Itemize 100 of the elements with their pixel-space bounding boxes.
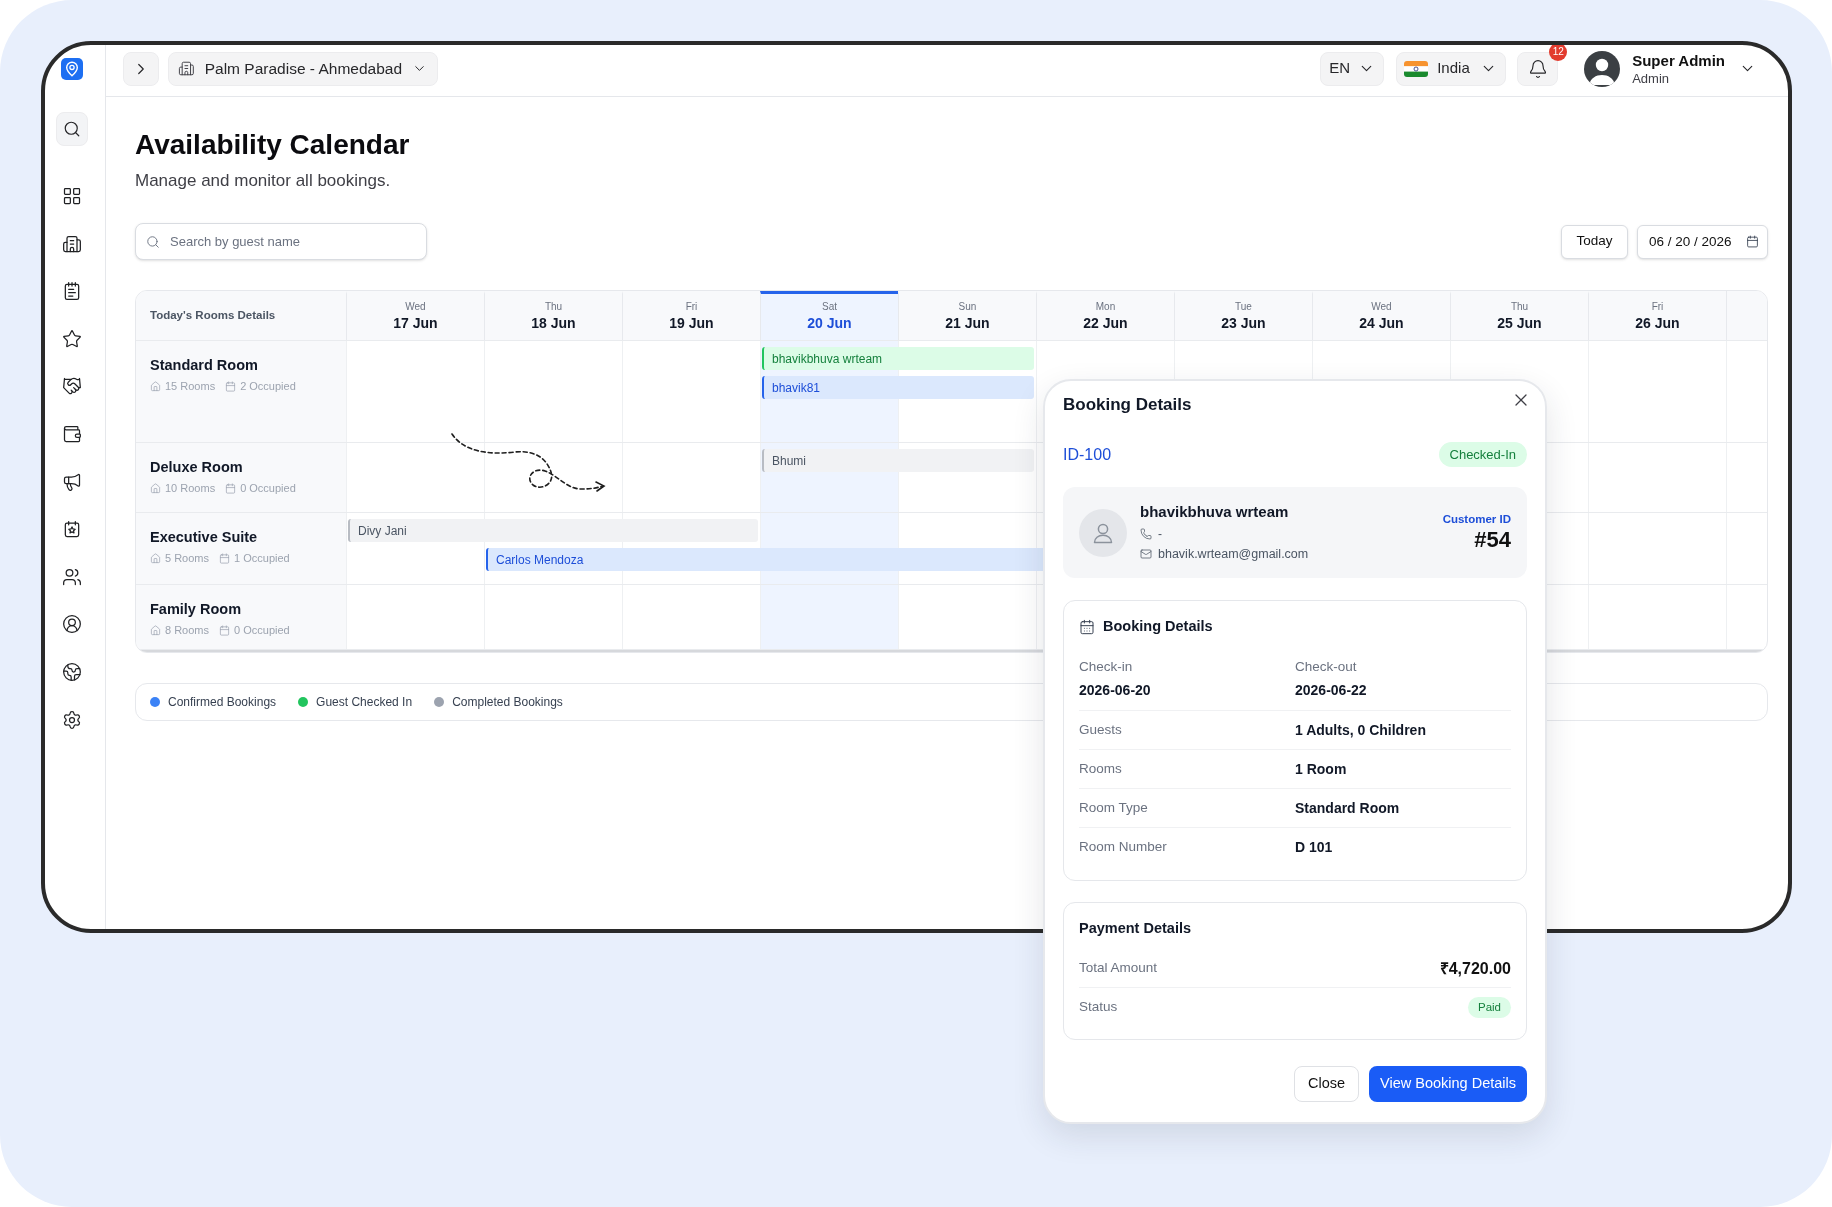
calendar-icon	[225, 380, 237, 392]
weekday-label: Sat	[822, 300, 837, 313]
date-label: 18 Jun	[531, 314, 576, 332]
field-label: Guests	[1079, 720, 1123, 739]
settings-icon[interactable]	[61, 709, 82, 730]
date-label: 19 Jun	[669, 314, 714, 332]
occupied-count: 1 Occupied	[234, 551, 290, 565]
room-count: 10 Rooms	[165, 481, 216, 495]
day-header[interactable]: Fri 26 Jun	[1588, 291, 1726, 340]
day-header[interactable]: Mon 22 Jun	[1036, 291, 1174, 340]
user-role: Admin	[1632, 69, 1670, 87]
property-selector[interactable]: Palm Paradise - Ahmedabad	[168, 51, 438, 86]
payment-status-badge: Paid	[1467, 996, 1511, 1018]
section-title: Payment Details	[1079, 919, 1193, 938]
occupied-count: 0 Occupied	[234, 623, 290, 637]
mail-icon	[1140, 548, 1152, 560]
day-header[interactable]: Thu 25 Jun	[1450, 291, 1588, 340]
room-count: 5 Rooms	[165, 551, 210, 565]
weekday-label: Thu	[544, 300, 563, 313]
grid-icon[interactable]	[61, 186, 82, 206]
logo-icon[interactable]	[60, 57, 83, 80]
day-header[interactable]: Sat 20 Jun	[760, 291, 898, 340]
occupied-count: 0 Occupied	[240, 481, 296, 495]
user-avatar-icon	[1584, 50, 1621, 87]
close-button[interactable]: Close	[1293, 1066, 1360, 1102]
megaphone-icon[interactable]	[61, 471, 82, 492]
field-label: Total Amount	[1079, 959, 1158, 978]
legend-label: Completed Bookings	[452, 694, 563, 711]
today-button[interactable]: Today	[1561, 224, 1628, 259]
room-type-name: Standard Room	[150, 356, 259, 375]
notification-count: 12	[1549, 45, 1568, 61]
weekday-label: Sun	[958, 300, 977, 313]
guest-name: bhavikbhuva wrteam	[1140, 503, 1290, 521]
day-header[interactable]: Wed 24 Jun	[1312, 291, 1450, 340]
weekday-label: Fri	[1651, 300, 1664, 313]
day-header[interactable]: Wed 17 Jun	[346, 291, 484, 340]
search-button[interactable]	[55, 112, 88, 146]
room-count: 8 Rooms	[165, 623, 210, 637]
day-header[interactable]: Sun 21 Jun	[898, 291, 1036, 340]
day-header[interactable]: Thu 18 Jun	[484, 291, 622, 340]
guest-phone: -	[1158, 526, 1162, 542]
field-value: D 101	[1295, 838, 1334, 857]
page-subtitle: Manage and monitor all bookings.	[135, 170, 392, 192]
weekday-label: Wed	[1371, 300, 1392, 313]
booking-bar[interactable]: bhavikbhuva wrteam	[762, 347, 1034, 370]
calendar-icon	[225, 482, 237, 494]
room-type-name: Executive Suite	[150, 528, 259, 547]
user-menu[interactable]: Super Admin Admin	[1584, 50, 1756, 87]
house-icon	[150, 624, 161, 636]
bell-icon	[1527, 58, 1548, 79]
search-icon	[62, 120, 81, 138]
customer-id-label: Customer ID	[1442, 512, 1511, 526]
field-label: Check-out	[1295, 658, 1358, 676]
date-label: 17 Jun	[393, 314, 438, 332]
search-field[interactable]: Search by guest name	[135, 223, 427, 260]
total-amount: ₹4,720.00	[1439, 958, 1511, 979]
field-label: Status	[1079, 997, 1118, 1016]
view-booking-button[interactable]: View Booking Details	[1369, 1066, 1527, 1102]
country-selector[interactable]: India	[1396, 51, 1507, 86]
booking-id-link[interactable]: ID-100	[1063, 442, 1112, 467]
booking-bar[interactable]: bhavik81	[762, 376, 1034, 399]
house-icon	[150, 482, 161, 494]
date-field[interactable]: 06 / 20 / 2026	[1637, 224, 1768, 259]
booking-bar[interactable]: Bhumi	[762, 449, 1034, 472]
calendar-icon	[219, 552, 231, 564]
house-icon	[150, 380, 161, 392]
page-title: Availability Calendar	[135, 128, 411, 162]
date-label: 21 Jun	[945, 314, 990, 332]
wallet-icon[interactable]	[61, 423, 82, 444]
search-icon	[146, 234, 160, 249]
calendar-icon	[1746, 235, 1759, 248]
handshake-icon[interactable]	[61, 376, 82, 397]
weekday-label: Wed	[405, 300, 426, 313]
day-header[interactable]: Tue 23 Jun	[1174, 291, 1312, 340]
building-icon	[178, 59, 195, 78]
booking-bar[interactable]: Divy Jani	[348, 519, 758, 542]
flag-icon	[1404, 60, 1429, 77]
star-icon[interactable]	[61, 328, 82, 349]
room-type-name: Deluxe Room	[150, 458, 244, 477]
room-count: 15 Rooms	[165, 379, 216, 393]
field-value: 2026-06-20	[1079, 681, 1152, 700]
weekday-label: Tue	[1235, 300, 1252, 313]
date-label: 24 Jun	[1359, 314, 1404, 332]
building-icon[interactable]	[61, 233, 82, 254]
users-icon[interactable]	[61, 566, 82, 587]
occupied-count: 2 Occupied	[240, 379, 296, 393]
user-circle-icon[interactable]	[61, 614, 82, 635]
legend-label: Guest Checked In	[316, 694, 413, 711]
room-type-name: Family Room	[150, 600, 243, 619]
popup-title: Booking Details	[1063, 394, 1192, 416]
language-selector[interactable]: EN	[1320, 51, 1385, 86]
house-icon	[150, 552, 161, 564]
globe-icon[interactable]	[61, 661, 82, 682]
date-label: 22 Jun	[1083, 314, 1128, 332]
field-label: Room Type	[1079, 798, 1149, 817]
customer-id: #54	[1474, 526, 1511, 553]
field-value: 1 Adults, 0 Children	[1295, 720, 1427, 740]
calendar-icon	[219, 624, 231, 636]
field-label: Room Number	[1079, 838, 1168, 857]
weekday-label: Mon	[1095, 300, 1116, 313]
